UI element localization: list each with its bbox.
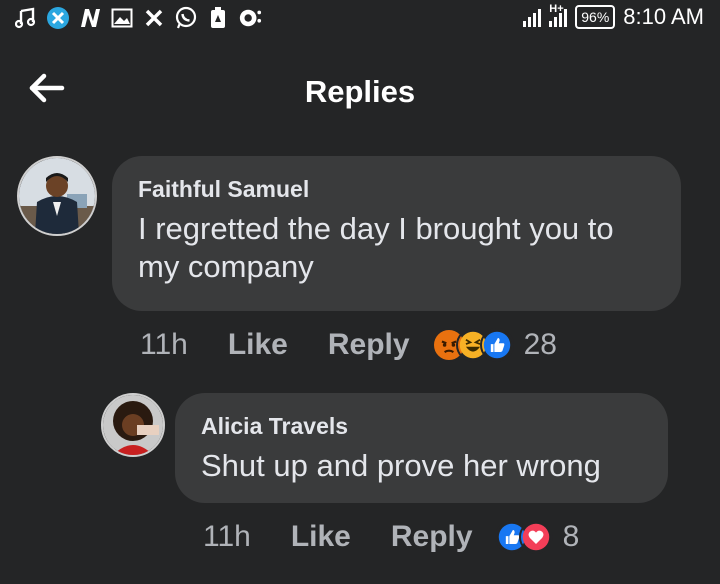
reaction-summary[interactable] [431,328,514,362]
status-bar: H+ 96% 8:10 AM [0,0,720,40]
location-icon [238,6,262,30]
network-type: H+ [549,3,564,15]
music-note-icon [14,6,38,30]
comment-actions: 11h Like Reply 28 [140,328,557,362]
comment-author[interactable]: Faithful Samuel [138,176,309,203]
image-icon [110,6,134,30]
reaction-count[interactable]: 28 [524,328,557,362]
comment-text: Shut up and prove her wrong [201,448,601,483]
reply-button[interactable]: Reply [391,520,473,554]
comment-author[interactable]: Alicia Travels [201,413,348,440]
comment-bubble: Faithful Samuel I regretted the day I br… [112,156,681,311]
like-reaction-icon [479,328,514,362]
like-button[interactable]: Like [228,328,288,362]
page-title: Replies [304,74,416,109]
reaction-count[interactable]: 8 [563,520,580,554]
comment-actions: 11h Like Reply 8 [203,520,579,554]
status-time: 8:10 AM [623,4,704,29]
reaction-summary[interactable] [494,520,553,554]
avatar[interactable] [101,393,165,457]
x-icon [46,6,70,30]
notification-icons [14,6,262,30]
comment-text-line: my company [138,249,314,284]
page-header: Replies [0,60,720,124]
avatar[interactable] [17,156,97,236]
comment-bubble: Alicia Travels Shut up and prove her wro… [175,393,668,503]
mobile-data-signal-icon: H+ [549,3,568,27]
comment-time: 11h [203,520,251,553]
love-reaction-icon [518,520,553,554]
battery-saver-icon [206,6,230,30]
n-icon [78,6,102,30]
comment-text-line: I regretted the day I brought you to [138,211,614,246]
signal-strength-icon [523,7,542,27]
comment-text: I regretted the day I brought you to my … [138,210,614,286]
like-button[interactable]: Like [291,520,351,554]
comment-time: 11h [140,328,188,361]
whatsapp-icon [174,6,198,30]
x-logo-icon [142,6,166,30]
battery-indicator: 96% [575,5,616,29]
reply-button[interactable]: Reply [328,328,410,362]
system-indicators: H+ 96% 8:10 AM [523,3,704,30]
